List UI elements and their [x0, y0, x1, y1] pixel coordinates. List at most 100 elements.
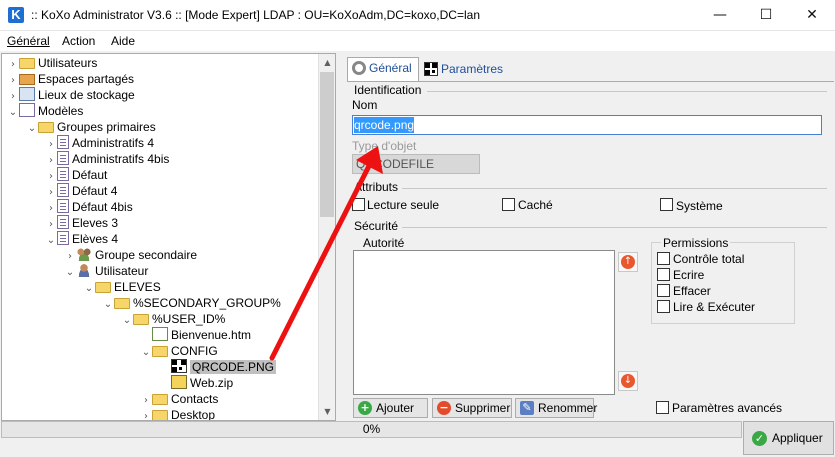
appliquer-button[interactable]: ✓ Appliquer [743, 421, 834, 455]
tree-item[interactable]: Bienvenue.htm [140, 327, 251, 343]
tab-parametres[interactable]: Paramètres [420, 59, 509, 81]
tree-item[interactable]: › Contacts [140, 391, 218, 407]
tree-item[interactable]: Web.zip [159, 375, 233, 391]
ajouter-button[interactable]: + Ajouter [353, 398, 428, 418]
storage-icon [19, 87, 35, 101]
zip-file-icon [171, 375, 187, 389]
user-icon [76, 263, 92, 277]
tree-item[interactable]: ⌄ Elèves 4 [45, 231, 118, 247]
progress-text: 0% [362, 422, 381, 436]
renommer-button[interactable]: ✎ Renommer [515, 398, 597, 418]
effacer-label: Effacer [673, 284, 711, 298]
tree-item[interactable]: ⌄ Modèles [7, 103, 83, 119]
tree-item[interactable]: › Administratifs 4bis [45, 151, 169, 167]
tree-item[interactable]: ⌄ CONFIG [140, 343, 218, 359]
template-icon [57, 151, 69, 165]
collapse-icon[interactable]: ⌄ [64, 265, 76, 281]
autorite-label: Autorité [363, 236, 405, 250]
type-field: QRCODEFILE [352, 154, 480, 174]
add-icon: + [358, 401, 372, 415]
tree-item[interactable]: › Desktop [140, 407, 215, 420]
move-up-button[interactable]: ↑ [618, 252, 638, 272]
tree-item[interactable]: › Défaut 4bis [45, 199, 133, 215]
tree-scrollbar[interactable]: ▲ ▼ [318, 54, 335, 420]
tree-item[interactable]: › Défaut [45, 167, 107, 183]
expand-icon[interactable]: › [140, 409, 152, 420]
menu-bar: Général Action Aide [0, 31, 835, 51]
menu-general[interactable]: Général [7, 34, 50, 48]
tree-item-label: CONFIG [171, 344, 218, 358]
template-icon [57, 183, 69, 197]
template-icon [57, 135, 69, 149]
maximize-button[interactable]: ☐ [743, 0, 789, 31]
lire-executer-checkbox[interactable] [657, 300, 670, 313]
template-icon [57, 199, 69, 213]
close-button[interactable]: ✕ [789, 0, 835, 31]
tree-item-label: Modèles [38, 104, 84, 118]
collapse-icon[interactable]: ⌄ [45, 233, 57, 249]
tree-item[interactable]: › Groupe secondaire [64, 247, 197, 263]
folder-icon [114, 298, 130, 309]
controle-total-label: Contrôle total [673, 252, 745, 266]
tree-item-label: Groupes primaires [57, 120, 156, 134]
scroll-up-icon[interactable]: ▲ [319, 54, 335, 71]
tree-item[interactable]: › Espaces partagés [7, 71, 134, 87]
tree-item[interactable]: ⌄ Utilisateur [64, 263, 148, 279]
tree-item[interactable]: QRCODE.PNG [159, 359, 277, 375]
models-icon [19, 103, 35, 117]
tab-general[interactable]: Général [347, 57, 419, 81]
qrcode-icon [424, 62, 438, 76]
tree-item[interactable]: ⌄ %SECONDARY_GROUP% [102, 295, 281, 311]
cache-label: Caché [518, 198, 553, 212]
collapse-icon[interactable]: ⌄ [140, 345, 152, 361]
collapse-icon[interactable]: ⌄ [26, 121, 38, 137]
parametres-avances-checkbox[interactable] [656, 401, 669, 414]
app-logo-icon: K [8, 7, 24, 23]
group-icon [76, 247, 92, 261]
scroll-thumb[interactable] [320, 72, 334, 217]
collapse-icon[interactable]: ⌄ [121, 313, 133, 329]
collapse-icon[interactable]: ⌄ [83, 281, 95, 297]
divider [402, 188, 827, 189]
lire-executer-label: Lire & Exécuter [673, 300, 756, 314]
gear-icon [352, 61, 366, 75]
tree-item[interactable]: › Administratifs 4 [45, 135, 154, 151]
menu-aide[interactable]: Aide [111, 34, 135, 48]
window-title: :: KoXo Administrator V3.6 :: [Mode Expe… [31, 8, 480, 22]
template-icon [57, 167, 69, 181]
supprimer-button[interactable]: − Supprimer [432, 398, 512, 418]
collapse-icon[interactable]: ⌄ [7, 105, 19, 121]
tree-item[interactable]: › Eleves 3 [45, 215, 118, 231]
cache-checkbox[interactable] [502, 198, 515, 211]
nom-input[interactable]: qrcode.png [352, 115, 822, 135]
tree-item[interactable]: › Lieux de stockage [7, 87, 135, 103]
tree-item[interactable]: › Défaut 4 [45, 183, 117, 199]
lecture-seule-checkbox[interactable] [352, 198, 365, 211]
collapse-icon[interactable]: ⌄ [102, 297, 114, 313]
tree-item[interactable]: ⌄ Groupes primaires [26, 119, 156, 135]
parametres-avances-label: Paramètres avancés [672, 401, 783, 415]
type-label: Type d'objet [352, 139, 417, 153]
systeme-checkbox[interactable] [660, 198, 673, 211]
move-down-button[interactable]: ↓ [618, 371, 638, 391]
tree-item-label: ELEVES [114, 280, 161, 294]
folder-icon [152, 394, 168, 405]
tree-item[interactable]: ⌄ %USER_ID% [121, 311, 226, 329]
users-folder-icon [19, 58, 35, 69]
menu-action[interactable]: Action [62, 34, 95, 48]
remove-icon: − [437, 401, 451, 415]
controle-total-checkbox[interactable] [657, 252, 670, 265]
autorite-list[interactable] [353, 250, 615, 395]
scroll-down-icon[interactable]: ▼ [319, 403, 335, 420]
arrow-up-icon: ↑ [621, 255, 635, 269]
folder-icon [152, 346, 168, 357]
attributs-heading: Attributs [354, 180, 399, 194]
ecrire-checkbox[interactable] [657, 268, 670, 281]
tree-item-label: Espaces partagés [38, 72, 135, 86]
effacer-checkbox[interactable] [657, 284, 670, 297]
minimize-button[interactable]: — [697, 0, 743, 31]
tree-panel: › Utilisateurs › Espaces partagés › Lieux de … [1, 53, 336, 421]
identification-heading: Identification [354, 83, 422, 97]
tree-item[interactable]: ⌄ ELEVES [83, 279, 161, 295]
tree-item[interactable]: › Utilisateurs [7, 55, 97, 71]
